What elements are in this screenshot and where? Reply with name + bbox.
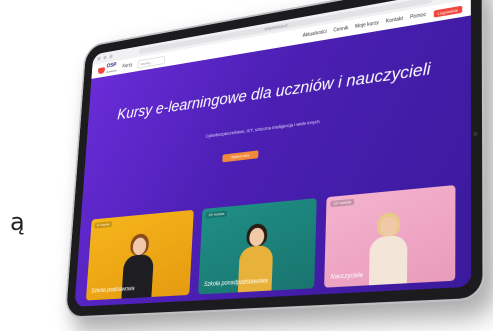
window-dot-icon: [97, 56, 101, 61]
logo-subtext: akademia: [106, 68, 117, 74]
teacher-photo: [367, 211, 410, 286]
nav-item-kursy[interactable]: Kursy: [122, 62, 132, 69]
tablet-frame: ehiperlekcja.pl OSP akademia Kursy Szuka…: [64, 0, 485, 319]
window-dot-icon: [103, 55, 107, 60]
tablet-screen: ehiperlekcja.pl OSP akademia Kursy Szuka…: [74, 0, 472, 307]
login-button[interactable]: Logowanie: [433, 5, 463, 18]
tablet-mockup: ehiperlekcja.pl OSP akademia Kursy Szuka…: [38, 0, 493, 326]
card-label: Nauczyciele: [330, 272, 364, 281]
window-dot-icon: [109, 54, 113, 59]
nav-item-moje-kursy[interactable]: Moje kursy: [355, 20, 379, 30]
nav-item-cennik[interactable]: Cennik: [333, 25, 348, 33]
nav-item-kontakt[interactable]: Kontakt: [386, 16, 403, 25]
card-tag: 12+ kursów: [330, 198, 355, 208]
card-primary-school[interactable]: 8+ kursów Szkoła podstawowa: [85, 209, 194, 301]
audience-cards: 8+ kursów Szkoła podstawowa 10+ kursów S…: [85, 184, 456, 301]
nav-item-pomoc[interactable]: Pomoc: [410, 12, 426, 21]
card-teachers[interactable]: 12+ kursów Nauczyciele: [324, 184, 456, 288]
home-button: [473, 131, 478, 137]
nav-item-aktualnosci[interactable]: Aktualności: [303, 29, 327, 39]
hero-cta-button[interactable]: Wybierz kurs: [222, 150, 259, 163]
card-tag: 10+ kursów: [205, 210, 228, 219]
card-tag: 8+ kursów: [94, 221, 113, 229]
stray-letter: ą: [10, 208, 25, 236]
card-secondary-school[interactable]: 10+ kursów Szkoła ponadpodstawowa: [198, 198, 317, 295]
logo-icon: [97, 66, 106, 74]
